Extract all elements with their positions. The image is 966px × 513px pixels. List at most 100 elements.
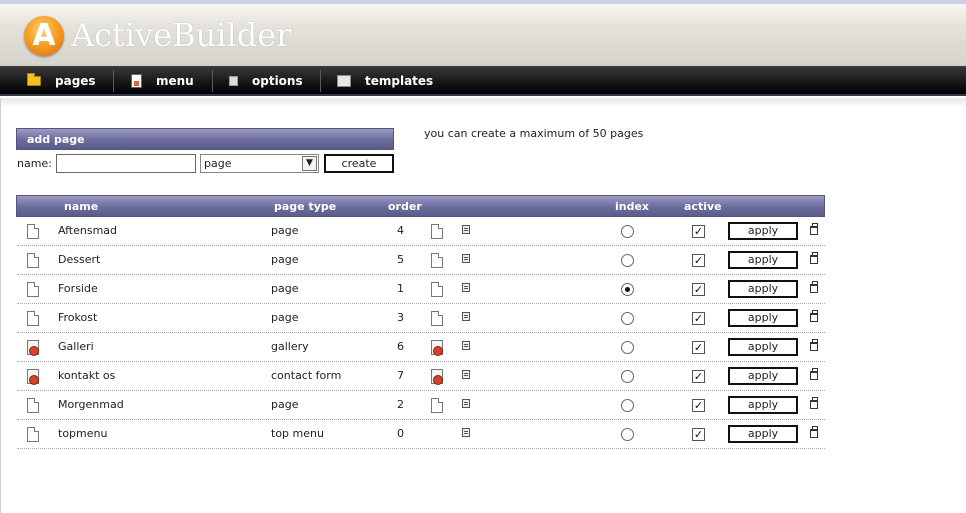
app-header: A ActiveBuilder: [0, 0, 966, 66]
apply-button[interactable]: apply: [728, 309, 798, 327]
page-name: topmenu: [58, 427, 108, 440]
edit-icon[interactable]: [462, 428, 470, 437]
page-type-select[interactable]: page ▼: [200, 154, 319, 173]
apply-button[interactable]: apply: [728, 367, 798, 385]
edit-icon[interactable]: [462, 283, 470, 292]
column-header-index: index: [615, 200, 650, 213]
page-order: 6: [397, 340, 404, 353]
edit-icon[interactable]: [462, 399, 470, 408]
active-checkbox[interactable]: ✓: [692, 399, 705, 412]
content-border: [0, 98, 1, 513]
special-page-icon: [27, 340, 39, 356]
index-radio[interactable]: [621, 399, 634, 412]
edit-icon[interactable]: [462, 341, 470, 350]
edit-icon[interactable]: [462, 254, 470, 263]
trash-icon[interactable]: [810, 339, 818, 351]
trash-icon[interactable]: [810, 281, 818, 293]
table-row: kontakt os contact form 7 ✓ apply: [17, 362, 825, 391]
page-type: page: [271, 282, 299, 295]
page-order: 5: [397, 253, 404, 266]
menu-icon: [131, 74, 142, 88]
special-template-icon[interactable]: [431, 340, 443, 356]
page-order: 0: [397, 427, 404, 440]
column-header-active: active: [684, 200, 722, 213]
active-checkbox[interactable]: ✓: [692, 341, 705, 354]
index-radio[interactable]: [621, 312, 634, 325]
edit-icon[interactable]: [462, 370, 470, 379]
index-radio[interactable]: [621, 283, 634, 296]
nav-item-options[interactable]: options: [229, 66, 303, 96]
table-row: Morgenmad page 2 ✓ apply: [17, 391, 825, 420]
active-checkbox[interactable]: ✓: [692, 370, 705, 383]
index-radio[interactable]: [621, 254, 634, 267]
apply-button[interactable]: apply: [728, 396, 798, 414]
page-type: page: [271, 398, 299, 411]
trash-icon[interactable]: [810, 426, 818, 438]
index-radio[interactable]: [621, 225, 634, 238]
trash-icon[interactable]: [810, 368, 818, 380]
active-checkbox[interactable]: ✓: [692, 312, 705, 325]
active-checkbox[interactable]: ✓: [692, 254, 705, 267]
edit-icon[interactable]: [462, 225, 470, 234]
nav-item-label: pages: [55, 74, 96, 88]
active-checkbox[interactable]: ✓: [692, 428, 705, 441]
page-name: Aftensmad: [58, 224, 118, 237]
page-icon: [27, 311, 39, 326]
page-type: contact form: [271, 369, 342, 382]
active-checkbox[interactable]: ✓: [692, 225, 705, 238]
index-radio[interactable]: [621, 370, 634, 383]
edit-icon[interactable]: [462, 312, 470, 321]
nav-item-templates[interactable]: templates: [337, 66, 433, 96]
table-row: Frokost page 3 ✓ apply: [17, 304, 825, 333]
nav-item-menu[interactable]: menu: [131, 66, 194, 96]
apply-button[interactable]: apply: [728, 338, 798, 356]
page-type: page: [271, 253, 299, 266]
page-order: 4: [397, 224, 404, 237]
add-page-title: add page: [16, 128, 394, 150]
table-row: Aftensmad page 4 ✓ apply: [17, 217, 825, 246]
nav-divider: [320, 70, 321, 92]
create-button[interactable]: create: [324, 154, 394, 173]
page-order: 1: [397, 282, 404, 295]
apply-button[interactable]: apply: [728, 425, 798, 443]
apply-button[interactable]: apply: [728, 222, 798, 240]
page-limit-info: you can create a maximum of 50 pages: [424, 127, 644, 140]
page-name: kontakt os: [58, 369, 116, 382]
apply-button[interactable]: apply: [728, 251, 798, 269]
index-radio[interactable]: [621, 428, 634, 441]
page-type: gallery: [271, 340, 309, 353]
template-icon[interactable]: [431, 398, 443, 413]
nav-item-label: menu: [156, 74, 194, 88]
trash-icon[interactable]: [810, 252, 818, 264]
templates-icon: [337, 75, 351, 87]
chevron-down-icon[interactable]: ▼: [302, 156, 317, 171]
page-name: Dessert: [58, 253, 101, 266]
table-row: Dessert page 5 ✓ apply: [17, 246, 825, 275]
special-template-icon[interactable]: [431, 369, 443, 385]
nav-item-pages[interactable]: pages: [27, 66, 96, 96]
page-name-input[interactable]: [56, 154, 196, 173]
trash-icon[interactable]: [810, 223, 818, 235]
page-type: top menu: [271, 427, 324, 440]
page-order: 2: [397, 398, 404, 411]
pages-table-header: name page type order index active: [16, 195, 825, 217]
apply-button[interactable]: apply: [728, 280, 798, 298]
trash-icon[interactable]: [810, 397, 818, 409]
page-name: Frokost: [58, 311, 98, 324]
template-icon[interactable]: [431, 253, 443, 268]
column-header-name: name: [64, 200, 99, 213]
template-icon[interactable]: [431, 282, 443, 297]
active-checkbox[interactable]: ✓: [692, 283, 705, 296]
page-order: 7: [397, 369, 404, 382]
nav-item-label: templates: [365, 74, 434, 88]
nav-item-label: options: [252, 74, 303, 88]
page-icon: [27, 224, 39, 239]
template-icon[interactable]: [431, 311, 443, 326]
page-name: Galleri: [58, 340, 94, 353]
trash-icon[interactable]: [810, 310, 818, 322]
template-icon[interactable]: [431, 224, 443, 239]
table-row: Forside page 1 ✓ apply: [17, 275, 825, 304]
index-radio[interactable]: [621, 341, 634, 354]
page-type: page: [271, 311, 299, 324]
app-title: ActiveBuilder: [71, 16, 292, 54]
